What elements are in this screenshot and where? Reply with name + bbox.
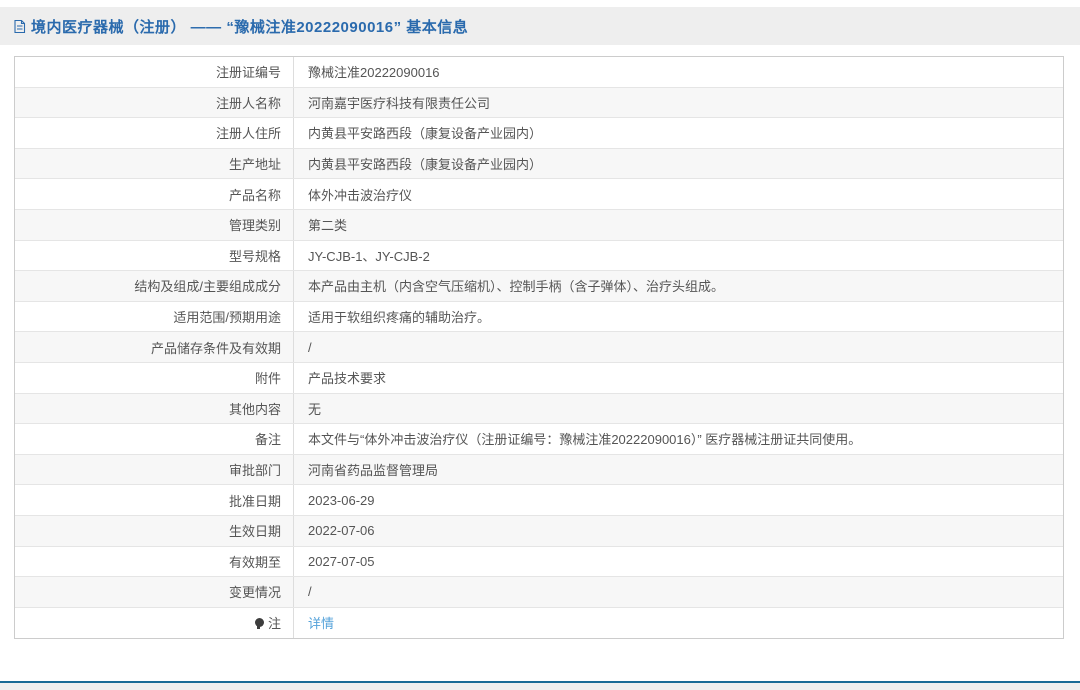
table-row: 结构及组成/主要组成成分 本产品由主机（内含空气压缩机）、控制手柄（含子弹体）、… (15, 271, 1063, 302)
row-value: JY-CJB-1、JY-CJB-2 (308, 248, 430, 264)
row-label-text: 注册人名称 (215, 95, 281, 111)
row-label: 审批部门 (15, 454, 294, 485)
table-row: 批准日期 2023-06-29 (15, 485, 1063, 516)
row-label: 有效期至 (15, 546, 294, 577)
bulb-icon (254, 618, 264, 630)
table-row: 型号规格 JY-CJB-1、JY-CJB-2 (15, 240, 1063, 272)
row-label: 其他内容 (15, 393, 294, 424)
row-value: 详情 (294, 608, 1063, 639)
row-label: 附件 (15, 362, 294, 393)
row-label-text: 注 (267, 616, 281, 632)
row-label-text: 其他内容 (228, 401, 281, 417)
row-label-text: 适用范围/预期用途 (173, 310, 281, 326)
page-title-text: 境内医疗器械（注册） —— “豫械注准20222090016” 基本信息 (31, 18, 469, 36)
row-label-text: 注册人住所 (215, 126, 281, 142)
row-label-text: 产品储存条件及有效期 (150, 340, 281, 356)
row-value: 内黄县平安路西段（康复设备产业园内） (308, 126, 543, 142)
row-label-text: 管理类别 (228, 218, 281, 234)
info-table: 注册证编号 豫械注准20222090016 注册人名称 河南嘉宇医疗科技有限责任… (14, 56, 1064, 640)
row-value: 内黄县平安路西段（康复设备产业园内） (308, 157, 543, 173)
row-label: 注 (15, 607, 294, 639)
row-label: 产品储存条件及有效期 (15, 332, 294, 362)
row-label: 批准日期 (15, 485, 294, 515)
row-label: 型号规格 (15, 240, 294, 271)
row-label: 管理类别 (15, 209, 294, 240)
row-label: 生效日期 (15, 515, 294, 546)
table-row: 管理类别 第二类 (15, 209, 1063, 241)
footer-strip (0, 683, 1080, 690)
table-row: 备注 本文件与“体外冲击波治疗仪（注册证编号：豫械注准20222090016）”… (15, 424, 1063, 455)
row-label-text: 审批部门 (228, 463, 281, 479)
row-value: 河南省药品监督管理局 (308, 463, 439, 479)
table-row: 注册证编号 豫械注准20222090016 (15, 57, 1063, 88)
row-label: 备注 (15, 424, 294, 454)
row-label-text: 型号规格 (228, 248, 281, 264)
row-value: 产品技术要求 (308, 371, 387, 387)
row-value: 本文件与“体外冲击波治疗仪（注册证编号：豫械注准20222090016）” 医疗… (308, 432, 862, 448)
table-row: 变更情况 / (15, 577, 1063, 608)
table-row: 适用范围/预期用途 适用于软组织疼痛的辅助治疗。 (15, 301, 1063, 333)
row-value: 体外冲击波治疗仪 (308, 187, 413, 203)
row-label-text: 产品名称 (228, 187, 281, 203)
row-label: 注册人名称 (15, 87, 294, 118)
row-label-text: 注册证编号 (215, 65, 281, 81)
row-value: 河南嘉宇医疗科技有限责任公司 (308, 95, 491, 111)
row-label-text: 结构及组成/主要组成成分 (134, 279, 281, 295)
row-label: 注册人住所 (15, 118, 294, 148)
row-label: 产品名称 (15, 179, 294, 209)
row-value: / (308, 584, 312, 600)
row-label-text: 附件 (254, 371, 281, 387)
table-row: 生效日期 2022-07-06 (15, 515, 1063, 547)
table-row: 注册人名称 河南嘉宇医疗科技有限责任公司 (15, 87, 1063, 119)
row-value: 适用于软组织疼痛的辅助治疗。 (308, 310, 491, 326)
row-label-text: 批准日期 (228, 493, 281, 509)
header-bar: 境内医疗器械（注册） —— “豫械注准20222090016” 基本信息 (0, 7, 1080, 45)
row-label: 注册证编号 (15, 57, 294, 87)
row-label-text: 生效日期 (228, 524, 281, 540)
page-title: 境内医疗器械（注册） —— “豫械注准20222090016” 基本信息 (13, 16, 468, 37)
row-value: 2023-06-29 (308, 492, 375, 508)
row-label: 变更情况 (15, 577, 294, 607)
row-label: 适用范围/预期用途 (15, 301, 294, 332)
row-value: 2027-07-05 (308, 553, 375, 569)
table-row: 有效期至 2027-07-05 (15, 546, 1063, 578)
table-row: 附件 产品技术要求 (15, 362, 1063, 394)
row-label: 结构及组成/主要组成成分 (15, 271, 294, 301)
row-value: 2022-07-06 (308, 523, 375, 539)
row-value: 第二类 (308, 218, 348, 234)
table-row: 注册人住所 内黄县平安路西段（康复设备产业园内） (15, 118, 1063, 149)
row-label: 生产地址 (15, 148, 294, 179)
table-row: 产品储存条件及有效期 / (15, 332, 1063, 363)
row-value: 豫械注准20222090016 (308, 65, 440, 81)
detail-link[interactable]: 详情 (308, 613, 334, 632)
document-icon (13, 19, 26, 34)
table-row: 产品名称 体外冲击波治疗仪 (15, 179, 1063, 210)
row-value: 无 (308, 401, 322, 417)
row-label-text: 生产地址 (228, 157, 281, 173)
table-row: 注 详情 (15, 607, 1063, 639)
table-row: 审批部门 河南省药品监督管理局 (15, 454, 1063, 486)
row-value: / (308, 339, 312, 355)
row-label-text: 变更情况 (228, 585, 281, 601)
table-row: 其他内容 无 (15, 393, 1063, 425)
table-row: 生产地址 内黄县平安路西段（康复设备产业园内） (15, 148, 1063, 180)
row-value: 本产品由主机（内含空气压缩机）、控制手柄（含子弹体）、治疗头组成。 (308, 279, 725, 295)
row-label-text: 有效期至 (228, 554, 281, 570)
row-label-text: 备注 (254, 432, 281, 448)
